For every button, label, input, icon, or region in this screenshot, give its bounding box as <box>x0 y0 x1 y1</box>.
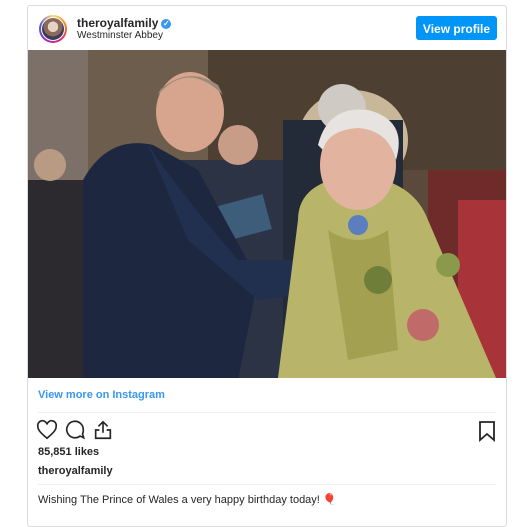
avatar-image <box>41 17 65 41</box>
post-header: theroyalfamily ✓ Westminster Abbey View p… <box>28 6 506 50</box>
caption: Wishing The Prince of Wales a very happy… <box>38 493 337 506</box>
post-photo[interactable] <box>28 50 506 378</box>
share-icon[interactable] <box>92 419 114 441</box>
likes-count[interactable]: 85,851 likes <box>38 446 99 458</box>
comment-icon[interactable] <box>64 419 86 441</box>
instagram-embed-card: theroyalfamily ✓ Westminster Abbey View p… <box>27 5 507 527</box>
post-photo-image <box>28 50 506 378</box>
verified-icon: ✓ <box>161 19 172 29</box>
heart-icon[interactable] <box>36 419 58 441</box>
caption-username[interactable]: theroyalfamily <box>38 465 113 477</box>
username-link[interactable]: theroyalfamily ✓ <box>77 16 172 30</box>
location-link[interactable]: Westminster Abbey <box>77 30 163 41</box>
view-profile-button[interactable]: View profile <box>416 16 497 40</box>
view-more-link[interactable]: View more on Instagram <box>38 389 165 401</box>
caption-text: Wishing The Prince of Wales a very happy… <box>38 494 320 506</box>
divider <box>38 484 496 485</box>
divider <box>38 412 496 413</box>
bookmark-icon[interactable] <box>478 420 496 442</box>
balloon-icon: 🎈 <box>322 494 337 506</box>
username[interactable]: theroyalfamily <box>77 16 158 30</box>
avatar[interactable] <box>39 15 67 43</box>
